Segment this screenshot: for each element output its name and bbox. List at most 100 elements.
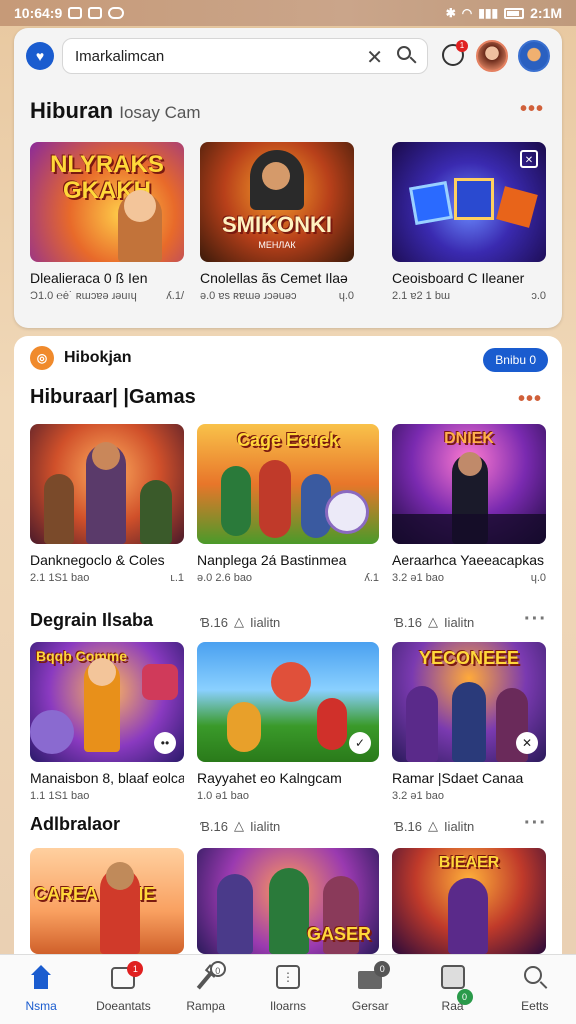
search-input[interactable]: Imarkalimcan ✕ [62,38,428,74]
game-tile[interactable]: ✕ Ceoisboard C Ileaner 2.1 ɐ2 1 bɯ ɔ.0 [392,142,546,302]
game-tile[interactable]: YECONEEE ✕ Ramar |Sdaet Canaa 3.2 ǝ1 bao [392,642,546,802]
game-meta: Ɔ1.0 ℮ė˙ ʀɯɔɐǝ ɹǝuıɥ ʎ.1/ [30,290,184,302]
thumbnail-title: DNIEK [444,430,494,447]
game-meta: 1.0 ǝ1 bao [197,790,379,802]
nav-badge: 0 [209,961,226,977]
game-meta-left: 2.1 1S1 bao [30,572,90,584]
grid-icon: ⋮ [274,965,302,991]
more-icon[interactable]: ··· [524,812,547,835]
nav-item-rampa[interactable]: 0 Rampa [166,961,246,1013]
status-bar: 10:64:9 ✱ ◠ ▮▮▮ 2:1M [0,0,576,26]
nav-label: Raa [441,999,464,1013]
game-tile[interactable]: CAREA MANE [30,848,184,954]
message-icon [68,7,83,19]
bell-icon: △ [427,614,438,629]
section-meta-b: Iialitn [443,614,475,630]
expand-icon[interactable]: ✕ [520,150,538,168]
game-tile[interactable]: BIEAER [392,848,546,954]
game-name: Manaisbon 8, blaaf eolcao [30,770,184,786]
game-meta-left: 3.2 ǝ1 bao [392,572,444,584]
battery-icon [504,7,525,19]
game-meta-left: 1.1 1S1 bao [30,790,90,802]
close-icon[interactable]: ✕ [516,732,538,754]
game-thumbnail: NLYRAKS GKAKH [30,142,184,262]
section-title: Adlbralaor [30,814,121,834]
game-tile[interactable]: ✓ Rayyahet eo Kalngcam 1.0 ǝ1 bao [197,642,379,802]
status-time: 10:64:9 [14,5,63,21]
nav-label: Nsma [25,999,57,1013]
app-icon: ◎ [30,346,54,370]
nav-item-gersar[interactable]: 0 Gersar [330,961,410,1013]
section-subtitle: Iosay Cam [119,103,201,122]
more-icon[interactable]: ··· [524,608,547,631]
nav-item-downloads[interactable]: 1 Doeantats [83,961,163,1013]
game-meta-left: 2.1 ɐ2 1 bɯ [392,290,451,302]
nav-label: Rampa [186,999,226,1013]
thumbnail-title: GASER [307,924,372,944]
game-meta-right: ɥ.0 [530,572,546,584]
game-thumbnail: SMIKONKI МЕНЛАК [200,142,354,262]
shield-icon[interactable]: ♥ [26,42,54,70]
notification-icon[interactable]: 1 [442,40,468,66]
game-tile[interactable]: Bqqb Comme •• Manaisbon 8, blaaf eolcao … [30,642,184,802]
bell-icon: △ [233,614,244,629]
game-meta-right: ɥ.0 [338,290,354,302]
game-name: Nanplega 2á Bastinmea [197,552,347,568]
nav-badge: 0 [374,961,391,977]
game-meta-left: 1.0 ǝ1 bao [197,790,249,802]
more-icon[interactable]: ••• [518,388,542,411]
section-meta: Ɓ.16 △ Iialitn [200,614,280,630]
pill-button[interactable]: Bnibu 0 [483,348,548,372]
more-icon[interactable]: ••• [520,98,544,121]
check-icon[interactable]: ✓ [349,732,371,754]
video-icon [108,7,125,19]
clear-icon[interactable]: ✕ [366,45,383,70]
game-tile[interactable]: SMIKONKI МЕНЛАК Cnolellas ãs Cemet Ilaǝ … [200,142,354,302]
signal-icon: ▮▮▮ [478,6,499,20]
nav-item-raa[interactable]: 0 Raa [413,965,493,1013]
game-meta-left: Ɔ1.0 ℮ė˙ ʀɯɔɐǝ ɹǝuıɥ [30,290,137,302]
thumbnail-title: SMIKONKI [222,212,332,237]
app-name: Hibokjan [64,349,132,366]
game-thumbnail: ✓ [197,642,379,762]
game-thumbnail: CAREA MANE [30,848,184,954]
game-meta-left: ǝ.0 2.6 bao [197,572,253,584]
more-badge-icon[interactable]: •• [154,732,176,754]
section-meta-a: Ɓ.16 [394,818,422,834]
top-card: ♥ Imarkalimcan ✕ 1 Hiburan Iosay Cam •••… [14,28,562,328]
main-sheet: ◎ Hibokjan Bnibu 0 Hiburaar| |Gamas ••• … [14,336,562,956]
search-icon[interactable] [395,44,417,66]
game-meta: 2.1 1S1 bao ʟ.1 [30,572,184,584]
nav-label: Doeantats [96,999,151,1013]
game-tile[interactable]: NLYRAKS GKAKH Dlealieraca 0 ß Ien Ɔ1.0 ℮… [30,142,184,302]
nav-item-home[interactable]: Nsma [1,965,81,1013]
section-title: Hiburaar| |Gamas [30,386,196,408]
bell-icon: △ [233,818,244,833]
game-tile[interactable]: DNIEK Aeraarhca Yaeeacapkas 3.2 ǝ1 bao ɥ… [392,424,546,584]
section-title: Hiburan Iosay Cam [30,98,201,124]
thumbnail-title: NLYRAKS GKAKH [50,151,164,204]
game-meta-right: ʎ.1 [364,572,379,584]
section-meta-a: Ɓ.16 [200,614,228,630]
nav-badge: 0 [456,989,473,1005]
avatar[interactable] [476,40,508,72]
section-meta-a: Ɓ.16 [394,614,422,630]
section-meta-a: Ɓ.16 [200,818,228,834]
thumbnail-title: YECONEEE [418,648,520,668]
bluetooth-icon: ✱ [445,6,456,20]
thumbnail-title: BIEAER [438,854,500,871]
wifi-icon: ◠ [461,6,473,20]
game-meta: ǝ.0 ɐs ʀɐɯǝ ɹɔǝuǝɔ ɥ.0 [200,290,354,302]
game-thumbnail: DNIEK [392,424,546,544]
game-name: Danknegoclo & Coles [30,552,165,568]
game-tile[interactable]: Cage Ecuek Nanplega 2á Bastinmea ǝ.0 2.6… [197,424,379,584]
profile-avatar[interactable] [518,40,550,72]
search-icon [521,965,549,991]
nav-item-games[interactable]: ⋮ Iloarns [248,965,328,1013]
nav-item-search[interactable]: Eetts [495,965,575,1013]
status-clock: 2:1M [530,5,562,21]
game-meta: 3.2 ǝ1 bao ɥ.0 [392,572,546,584]
game-tile[interactable]: Danknegoclo & Coles 2.1 1S1 bao ʟ.1 [30,424,184,584]
game-name: Aeraarhca Yaeeacapkas [392,552,545,568]
game-tile[interactable]: GASER [197,848,379,954]
